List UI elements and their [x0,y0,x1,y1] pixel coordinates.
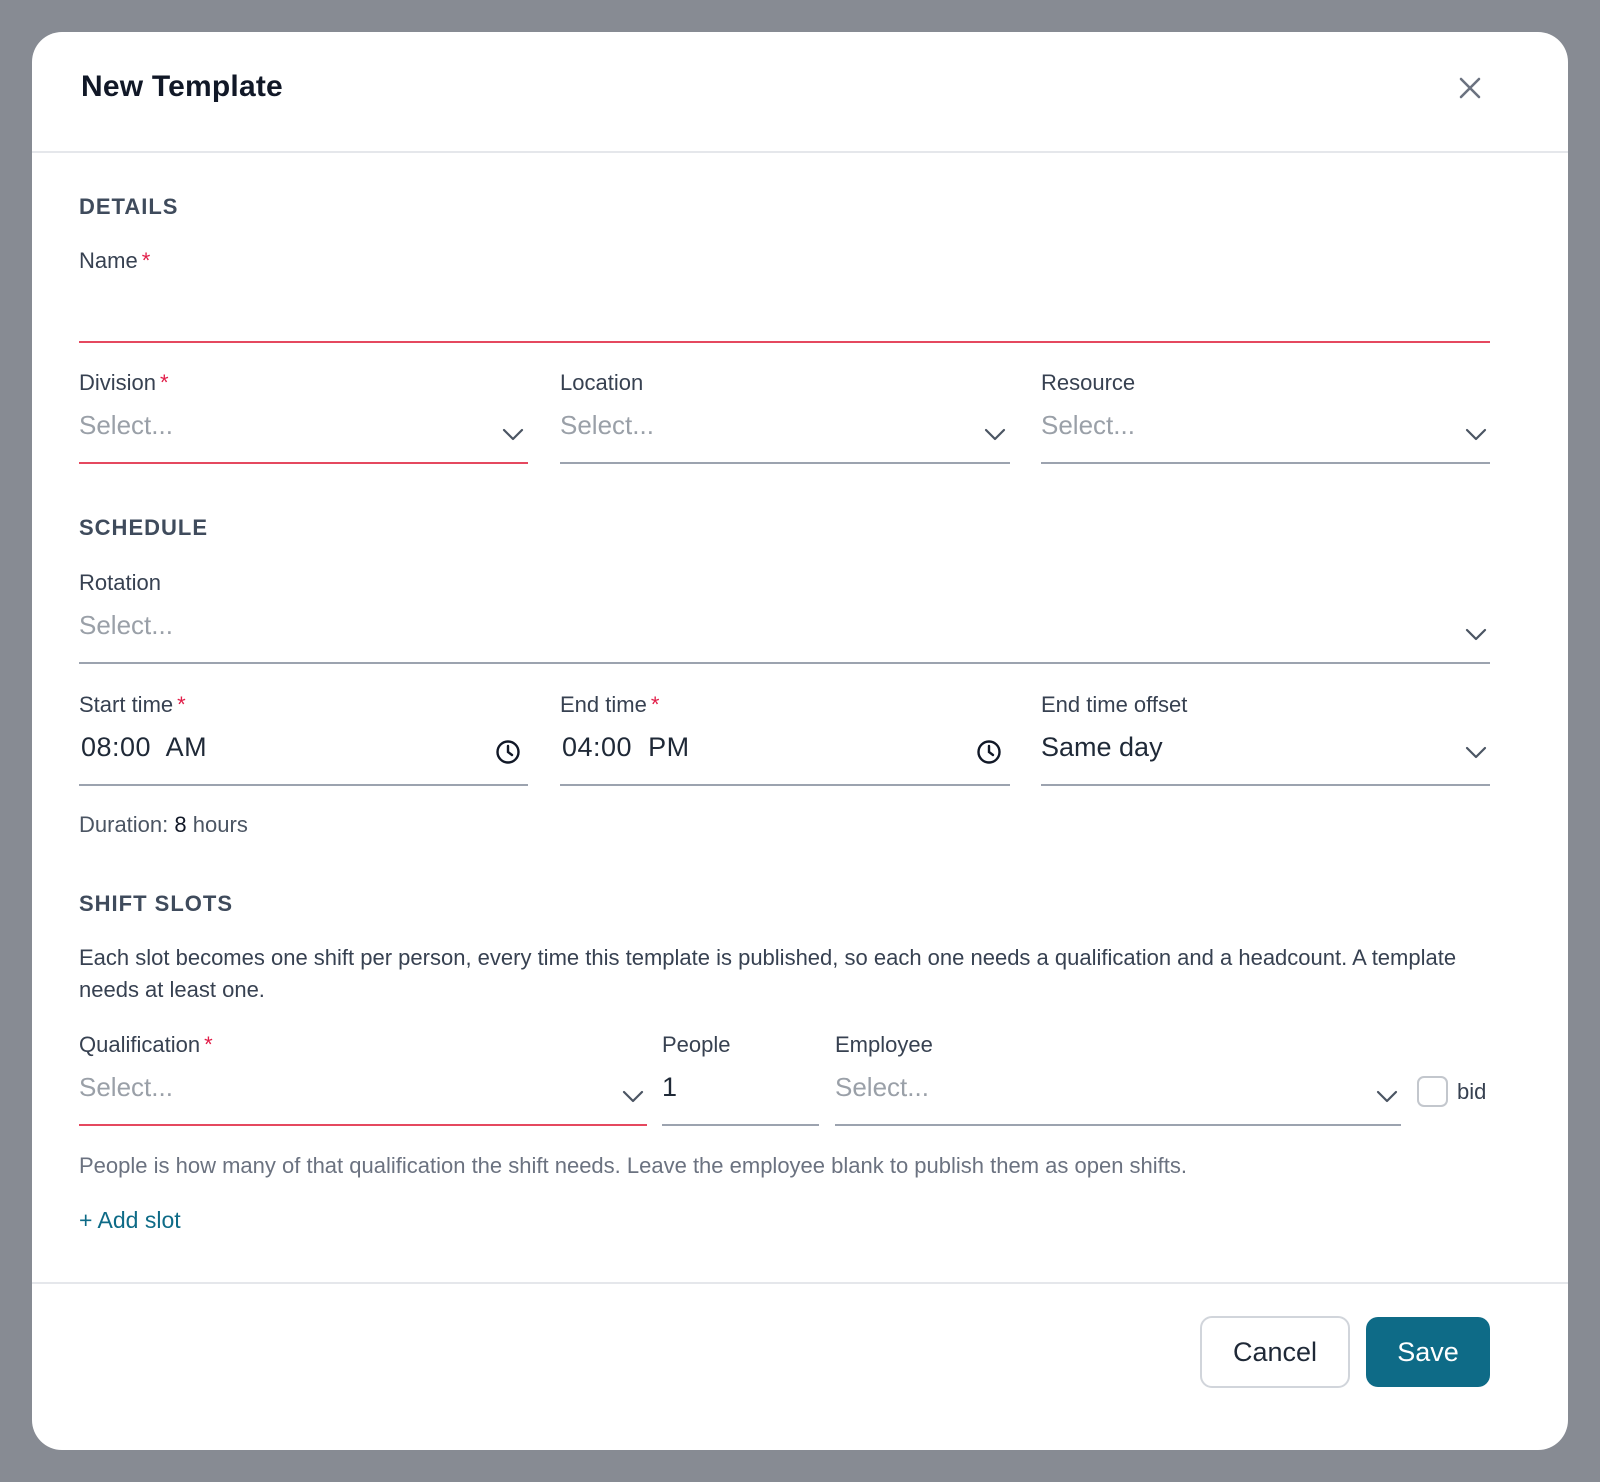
people-label: People [662,1032,731,1057]
shift-slots-help-text: People is how many of that qualification… [79,1153,1188,1178]
bid-checkbox[interactable] [1417,1076,1448,1107]
dialog-header: New Template [32,32,1568,153]
start-time-value: 08:00 AM [81,732,208,762]
clock-icon[interactable] [495,739,521,765]
details-heading: DETAILS [79,194,179,219]
required-marker: * [650,692,660,717]
qualification-select[interactable]: Select... [79,1072,647,1124]
required-marker: * [160,370,169,395]
name-input-underline [79,341,1490,343]
employee-label: Employee [835,1032,933,1057]
shift-slots-description: Each slot becomes one shift per person, … [79,945,1457,1002]
duration-prefix: Duration: [79,812,169,837]
employee-placeholder: Select... [835,1072,929,1102]
division-label: Division * [79,370,169,396]
rotation-placeholder: Select... [79,610,173,640]
end-time-value: 04:00 PM [562,732,690,762]
division-underline [79,462,528,464]
bid-label[interactable]: bid [1457,1079,1486,1105]
chevron-down-icon [622,1090,644,1103]
name-label: Name * [79,248,150,274]
required-marker: * [204,1032,213,1057]
end-time-offset-value: Same day [1041,732,1163,762]
end-time-offset-label: End time offset [1041,692,1188,717]
chevron-down-icon [984,428,1006,441]
end-time-underline [560,784,1010,786]
location-underline [560,462,1010,464]
required-marker: * [177,692,186,717]
resource-underline [1041,462,1490,464]
duration-unit: hours [192,812,248,837]
qualification-underline [79,1124,647,1126]
qualification-label-text: Qualification [79,1032,201,1057]
end-time-label-text: End time [560,692,647,717]
duration-text: Duration: 8 hours [79,809,248,841]
chevron-down-icon [502,428,524,441]
new-template-dialog: New Template DETAILS Name * Division * Sel… [32,32,1568,1450]
people-input[interactable]: 1 [662,1072,819,1124]
add-slot-link[interactable]: + Add slot [79,1207,181,1234]
qualification-placeholder: Select... [79,1072,173,1102]
footer-divider [32,1282,1568,1284]
close-icon [1459,77,1481,99]
shift-slots-heading: SHIFT SLOTS [79,891,233,916]
save-button[interactable]: Save [1366,1317,1490,1387]
division-select[interactable]: Select... [79,410,528,462]
people-underline [662,1124,819,1126]
duration-value: 8 [174,812,187,837]
location-label: Location [560,370,644,395]
resource-placeholder: Select... [1041,410,1135,440]
resource-label: Resource [1041,370,1136,395]
start-time-input[interactable]: 08:00 AM [79,732,528,784]
name-input[interactable] [79,292,1490,340]
resource-select[interactable]: Select... [1041,410,1490,462]
cancel-button[interactable]: Cancel [1200,1316,1350,1388]
division-placeholder: Select... [79,410,173,440]
location-placeholder: Select... [560,410,654,440]
name-label-text: Name [79,248,138,273]
start-time-label-text: Start time [79,692,174,717]
rotation-underline [79,662,1490,664]
end-time-input[interactable]: 04:00 PM [560,732,1010,784]
start-time-underline [79,784,528,786]
end-time-offset-underline [1041,784,1490,786]
chevron-down-icon [1465,428,1487,441]
employee-select[interactable]: Select... [835,1072,1401,1124]
rotation-label: Rotation [79,570,161,595]
close-button[interactable] [1450,68,1490,108]
clock-icon[interactable] [976,739,1002,765]
end-time-label: End time * [560,692,659,718]
location-select[interactable]: Select... [560,410,1010,462]
employee-underline [835,1124,1401,1126]
required-marker: * [141,248,151,273]
chevron-down-icon [1465,628,1487,641]
dialog-title: New Template [81,70,283,103]
rotation-select[interactable]: Select... [79,610,1490,662]
chevron-down-icon [1465,746,1487,759]
end-time-offset-select[interactable]: Same day [1041,732,1490,784]
people-value: 1 [662,1072,678,1102]
schedule-heading: SCHEDULE [79,515,209,540]
division-label-text: Division [79,370,157,395]
qualification-label: Qualification * [79,1032,213,1058]
chevron-down-icon [1376,1090,1398,1103]
start-time-label: Start time * [79,692,186,718]
